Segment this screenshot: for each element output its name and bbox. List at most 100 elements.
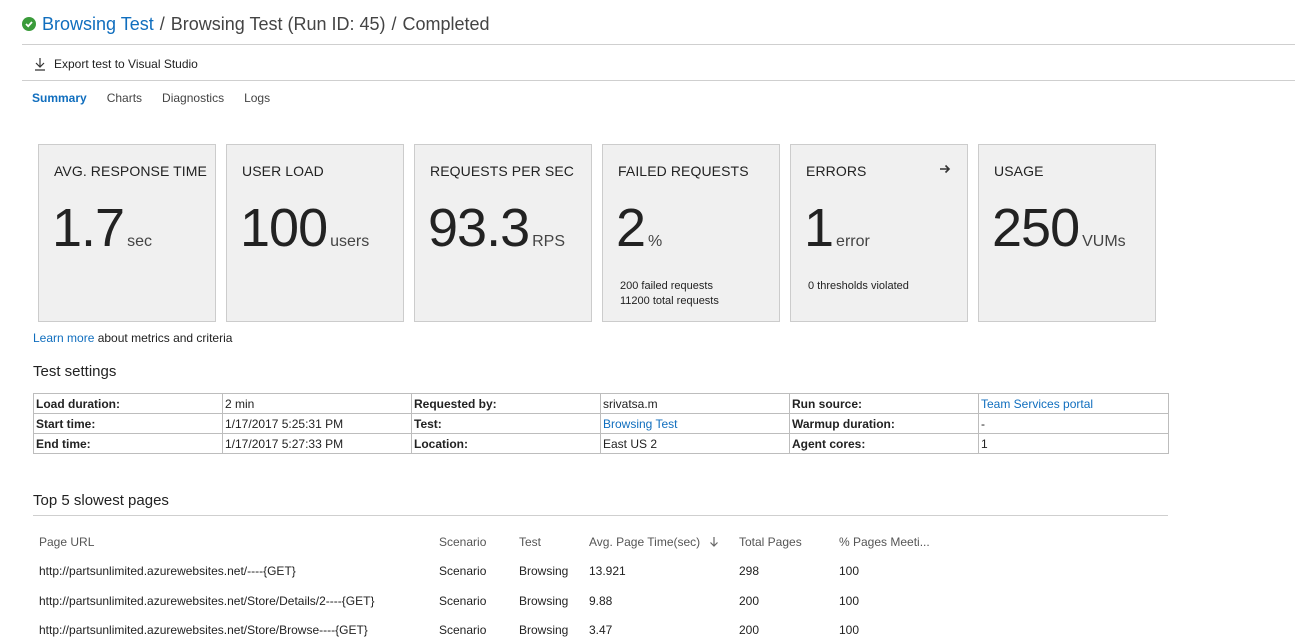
failed-count: 200 failed requests <box>620 280 713 292</box>
total-pages: 200 <box>739 623 760 637</box>
setting-key: Run source: <box>789 393 979 414</box>
sort-desc-icon <box>709 537 718 547</box>
learn-more-rest: about metrics and criteria <box>94 331 233 345</box>
setting-value: East US 2 <box>600 433 790 454</box>
run-status: Completed <box>402 13 490 34</box>
total-count: 11200 total requests <box>620 295 719 307</box>
tile-title: REQUESTS PER SEC <box>430 163 574 179</box>
tile-title: FAILED REQUESTS <box>618 163 749 179</box>
setting-value-cell: Browsing Test <box>600 413 790 434</box>
tab-summary[interactable]: Summary <box>32 91 87 105</box>
table-row: Start time: 1/17/2017 5:25:31 PM Test: B… <box>33 413 1169 434</box>
scenario: Scenario <box>439 623 487 637</box>
column-header-scenario[interactable]: Scenario <box>439 535 486 549</box>
column-header-total-pages[interactable]: Total Pages <box>739 535 802 549</box>
pages-meeting: 100 <box>839 594 860 608</box>
breadcrumb: Browsing Test / Browsing Test (Run ID: 4… <box>22 10 490 38</box>
tile-value: 1.7 <box>52 198 125 258</box>
tile-usage: USAGE 250 VUMs <box>978 144 1156 322</box>
setting-key: End time: <box>33 433 223 454</box>
table-row: Load duration: 2 min Requested by: sriva… <box>33 393 1169 414</box>
test-name-link[interactable]: Browsing Test <box>42 14 154 35</box>
setting-value: 1/17/2017 5:25:31 PM <box>222 413 412 434</box>
column-header-page-url[interactable]: Page URL <box>39 535 94 549</box>
page-url: http://partsunlimited.azurewebsites.net/… <box>39 564 296 578</box>
setting-key: Agent cores: <box>789 433 979 454</box>
column-header-avg-page-time[interactable]: Avg. Page Time(sec) <box>589 535 719 549</box>
tile-value: 100 <box>240 198 328 258</box>
pages-meeting: 100 <box>839 564 860 578</box>
table-row: End time: 1/17/2017 5:27:33 PM Location:… <box>33 433 1169 454</box>
tab-logs[interactable]: Logs <box>244 91 270 105</box>
section-divider <box>33 515 1168 516</box>
setting-key: Location: <box>411 433 601 454</box>
tile-value-group: 250 VUMs <box>992 197 1126 259</box>
breadcrumb-separator: / <box>159 13 165 34</box>
total-pages: 298 <box>739 564 760 578</box>
page-url: http://partsunlimited.azurewebsites.net/… <box>39 623 368 637</box>
tile-value: 93.3 <box>428 198 530 258</box>
check-circle-icon <box>22 17 36 31</box>
page-url: http://partsunlimited.azurewebsites.net/… <box>39 594 375 608</box>
thresholds-text: 0 thresholds violated <box>808 280 909 292</box>
avg-page-time: 9.88 <box>589 594 613 608</box>
tile-title: USER LOAD <box>242 163 324 179</box>
test: Browsing <box>519 623 569 637</box>
scenario: Scenario <box>439 564 487 578</box>
pages-meeting: 100 <box>839 623 860 637</box>
setting-key: Load duration: <box>33 393 223 414</box>
test-settings-title: Test settings <box>33 363 117 380</box>
test: Browsing <box>519 564 569 578</box>
tile-title: AVG. RESPONSE TIME <box>54 163 207 179</box>
tile-note: 0 thresholds violated <box>808 279 909 294</box>
learn-more-text: Learn more about metrics and criteria <box>33 331 232 345</box>
tile-value-group: 2 % <box>616 197 662 259</box>
run-title: Browsing Test (Run ID: 45) <box>170 13 386 34</box>
setting-key: Warmup duration: <box>789 413 979 434</box>
tile-title: ERRORS <box>806 163 867 179</box>
setting-value: 1/17/2017 5:27:33 PM <box>222 433 412 454</box>
setting-value: 2 min <box>222 393 412 414</box>
tile-unit: sec <box>127 233 152 250</box>
tab-charts[interactable]: Charts <box>107 91 142 105</box>
setting-value: srivatsa.m <box>600 393 790 414</box>
scenario: Scenario <box>439 594 487 608</box>
tile-value: 2 <box>616 198 646 258</box>
setting-key: Test: <box>411 413 601 434</box>
test-link[interactable]: Browsing Test <box>603 417 677 431</box>
test-settings-table: Load duration: 2 min Requested by: sriva… <box>33 393 1169 454</box>
setting-value-cell: Team Services portal <box>978 393 1169 414</box>
setting-key: Start time: <box>33 413 223 434</box>
setting-key: Requested by: <box>411 393 601 414</box>
column-header-pages-meeting[interactable]: % Pages Meeti... <box>839 535 930 549</box>
total-pages: 200 <box>739 594 760 608</box>
tile-value-group: 93.3 RPS <box>428 197 565 259</box>
run-source-link[interactable]: Team Services portal <box>981 397 1093 411</box>
column-header-test[interactable]: Test <box>519 535 541 549</box>
tile-requests-per-sec: REQUESTS PER SEC 93.3 RPS <box>414 144 592 322</box>
export-label: Export test to Visual Studio <box>54 57 198 71</box>
arrow-right-icon[interactable] <box>939 161 951 177</box>
tile-unit: RPS <box>532 233 566 250</box>
tile-value-group: 1 error <box>804 197 870 259</box>
learn-more-link[interactable]: Learn more <box>33 331 94 345</box>
tab-diagnostics[interactable]: Diagnostics <box>162 91 224 105</box>
setting-value: - <box>978 413 1169 434</box>
header-divider <box>22 44 1295 45</box>
toolbar-divider <box>22 80 1295 81</box>
metric-tiles: AVG. RESPONSE TIME 1.7 sec USER LOAD 100… <box>38 144 1156 322</box>
tile-unit: error <box>836 233 870 250</box>
tab-bar: Summary Charts Diagnostics Logs <box>32 91 270 105</box>
tile-unit: users <box>330 233 370 250</box>
tile-value: 250 <box>992 198 1080 258</box>
breadcrumb-separator: / <box>391 13 397 34</box>
tile-user-load: USER LOAD 100 users <box>226 144 404 322</box>
tile-value-group: 100 users <box>240 197 369 259</box>
tile-failed-requests: FAILED REQUESTS 2 % 200 failed requests … <box>602 144 780 322</box>
tile-errors[interactable]: ERRORS 1 error 0 thresholds violated <box>790 144 968 322</box>
tile-value: 1 <box>804 198 834 258</box>
setting-value: 1 <box>978 433 1169 454</box>
export-button[interactable]: Export test to Visual Studio <box>34 54 198 74</box>
tile-value-group: 1.7 sec <box>52 197 152 259</box>
tile-unit: % <box>648 233 663 250</box>
